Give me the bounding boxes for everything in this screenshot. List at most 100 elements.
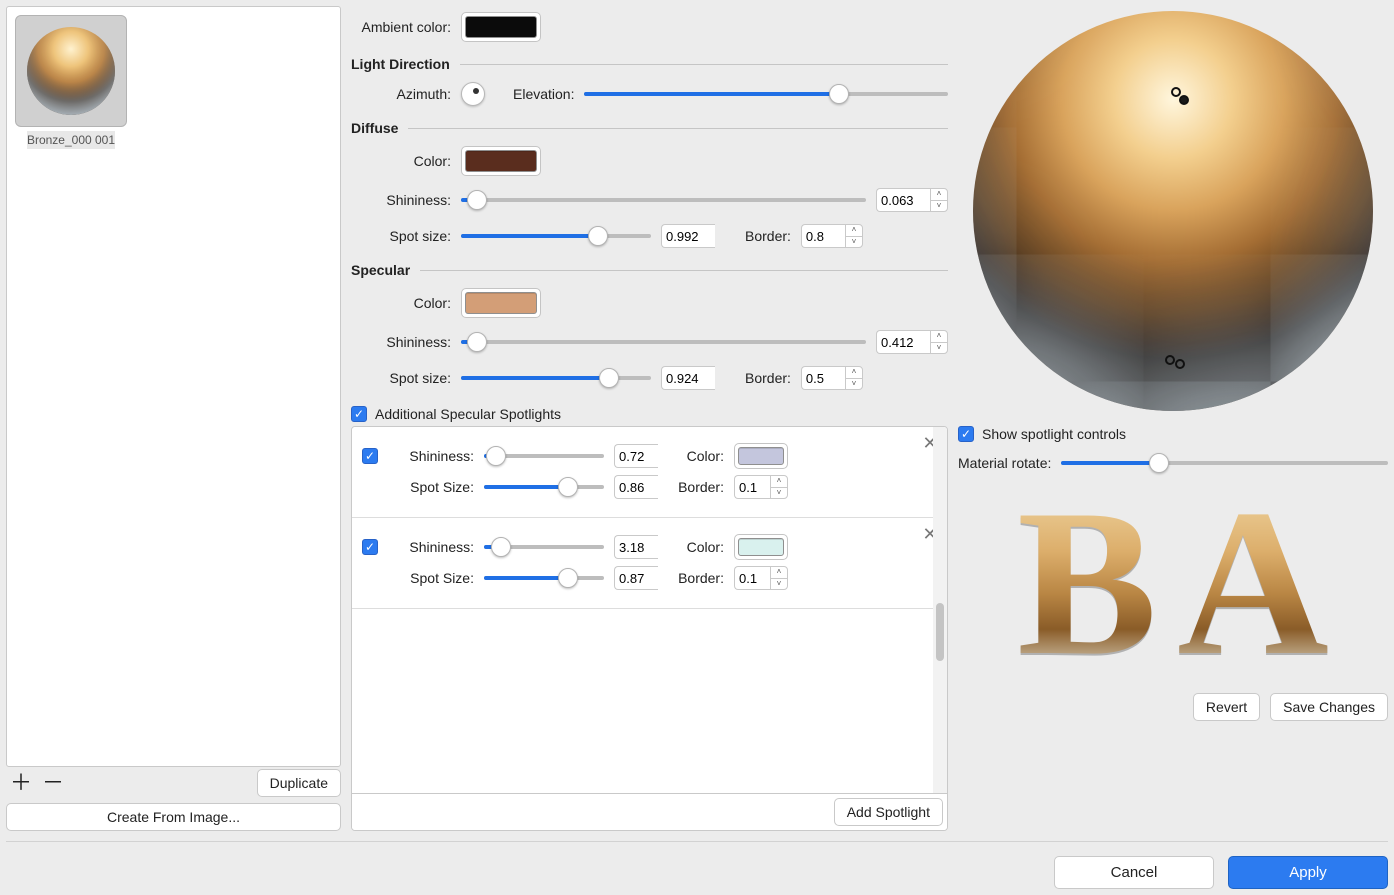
chevron-down-icon[interactable]: ˅	[846, 378, 862, 390]
spot-border-label: Border:	[668, 570, 724, 586]
spot-shininess-input[interactable]	[614, 535, 658, 559]
text-preview: B A	[958, 480, 1388, 685]
light-direction-heading: Light Direction	[351, 56, 450, 72]
spotlight-item: ✕ ˄ ˅ ✓ Shininess:	[352, 518, 947, 609]
azimuth-label: Azimuth:	[351, 86, 451, 102]
diffuse-border-label: Border:	[745, 228, 791, 244]
spot-border-stepper[interactable]: ˄˅	[770, 475, 788, 499]
chevron-down-icon[interactable]: ˅	[931, 200, 947, 212]
chevron-up-icon[interactable]: ˄	[771, 567, 787, 578]
specular-border-stepper[interactable]: ˄˅	[845, 366, 863, 390]
chevron-down-icon[interactable]: ˅	[931, 342, 947, 354]
chevron-up-icon[interactable]: ˄	[931, 189, 947, 200]
specular-spot-input[interactable]	[661, 366, 715, 390]
spot-color-label: Color:	[668, 448, 724, 464]
diffuse-color-swatch[interactable]	[461, 146, 541, 176]
remove-material-button[interactable]: －	[38, 769, 68, 797]
material-preview[interactable]	[958, 6, 1388, 416]
specular-heading: Specular	[351, 262, 410, 278]
elevation-slider[interactable]	[584, 83, 948, 105]
create-from-image-button[interactable]: Create From Image...	[6, 803, 341, 831]
diffuse-color-label: Color:	[351, 153, 451, 169]
add-spotlight-button[interactable]: Add Spotlight	[834, 798, 943, 826]
chevron-down-icon[interactable]: ˅	[771, 487, 787, 499]
spotlight-enable-checkbox[interactable]: ✓	[362, 539, 378, 555]
spotlight-scrollbar[interactable]	[933, 427, 947, 793]
spotlight-handle[interactable]	[1175, 359, 1185, 369]
spot-shininess-slider[interactable]	[484, 445, 604, 467]
show-spotlight-checkbox[interactable]: ✓	[958, 426, 974, 442]
chevron-down-icon[interactable]: ˅	[771, 578, 787, 590]
diffuse-spot-label: Spot size:	[351, 228, 451, 244]
material-sphere-icon	[27, 27, 115, 115]
duplicate-button[interactable]: Duplicate	[257, 769, 341, 797]
spot-color-label: Color:	[668, 539, 724, 555]
preview-sphere[interactable]	[973, 11, 1373, 411]
material-preview-tile	[15, 15, 127, 127]
azimuth-control[interactable]	[461, 82, 485, 106]
additional-spotlights-label: Additional Specular Spotlights	[375, 406, 561, 422]
spot-color-swatch[interactable]	[734, 534, 788, 560]
specular-border-label: Border:	[745, 370, 791, 386]
specular-color-label: Color:	[351, 295, 451, 311]
material-label[interactable]: Bronze_000 001	[27, 131, 115, 149]
azimuth-indicator	[473, 88, 479, 94]
spotlight-list: ✕ ˄ ˅ ✓ Shininess:	[351, 426, 948, 831]
cancel-button[interactable]: Cancel	[1054, 856, 1214, 889]
specular-shininess-stepper[interactable]: ˄˅	[930, 330, 948, 354]
spot-size-input[interactable]	[614, 566, 658, 590]
add-material-button[interactable]: ＋	[6, 769, 36, 797]
spotlight-enable-checkbox[interactable]: ✓	[362, 448, 378, 464]
spot-size-label: Spot Size:	[388, 570, 474, 586]
minus-icon: －	[42, 772, 64, 794]
spot-size-slider[interactable]	[484, 476, 604, 498]
diffuse-border-stepper[interactable]: ˄˅	[845, 224, 863, 248]
spotlight-handle[interactable]	[1165, 355, 1175, 365]
diffuse-shininess-stepper[interactable]: ˄˅	[930, 188, 948, 212]
spot-size-slider[interactable]	[484, 567, 604, 589]
material-thumbnail[interactable]: Bronze_000 001	[15, 15, 127, 149]
ambient-color-label: Ambient color:	[351, 19, 451, 35]
diffuse-spot-slider[interactable]	[461, 225, 651, 247]
plus-icon: ＋	[10, 772, 32, 794]
specular-color-swatch[interactable]	[461, 288, 541, 318]
show-spotlight-label: Show spotlight controls	[982, 426, 1126, 442]
chevron-up-icon[interactable]: ˄	[846, 367, 862, 378]
spot-shininess-label: Shininess:	[388, 539, 474, 555]
spot-border-stepper[interactable]: ˄˅	[770, 566, 788, 590]
spot-shininess-label: Shininess:	[388, 448, 474, 464]
spot-border-label: Border:	[668, 479, 724, 495]
spot-size-label: Spot Size:	[388, 479, 474, 495]
preview-glyph-b: B	[1017, 478, 1157, 688]
spot-size-input[interactable]	[614, 475, 658, 499]
spotlight-handle[interactable]	[1179, 95, 1189, 105]
chevron-up-icon[interactable]: ˄	[771, 476, 787, 487]
material-list[interactable]: Bronze_000 001	[6, 6, 341, 767]
diffuse-heading: Diffuse	[351, 120, 398, 136]
ambient-color-swatch[interactable]	[461, 12, 541, 42]
chevron-down-icon[interactable]: ˅	[846, 236, 862, 248]
chevron-up-icon[interactable]: ˄	[846, 225, 862, 236]
specular-shininess-input[interactable]: ˄˅	[876, 330, 948, 354]
spot-border-input[interactable]: ˄˅	[734, 566, 788, 590]
specular-border-input[interactable]: ˄˅	[801, 366, 863, 390]
specular-shininess-slider[interactable]	[461, 331, 866, 353]
diffuse-border-input[interactable]: ˄˅	[801, 224, 863, 248]
diffuse-shininess-slider[interactable]	[461, 189, 866, 211]
specular-spot-slider[interactable]	[461, 367, 651, 389]
preview-glyph-a: A	[1177, 478, 1329, 688]
diffuse-spot-input[interactable]	[661, 224, 715, 248]
spot-border-input[interactable]: ˄˅	[734, 475, 788, 499]
spot-shininess-input[interactable]	[614, 444, 658, 468]
additional-spotlights-checkbox[interactable]: ✓	[351, 406, 367, 422]
ambient-color-value	[465, 16, 537, 38]
spot-color-swatch[interactable]	[734, 443, 788, 469]
spotlight-item: ✕ ˄ ˅ ✓ Shininess:	[352, 427, 947, 518]
spot-shininess-slider[interactable]	[484, 536, 604, 558]
specular-spot-label: Spot size:	[351, 370, 451, 386]
chevron-up-icon[interactable]: ˄	[931, 331, 947, 342]
apply-button[interactable]: Apply	[1228, 856, 1388, 889]
diffuse-shininess-input[interactable]: ˄˅	[876, 188, 948, 212]
specular-shininess-label: Shininess:	[351, 334, 451, 350]
diffuse-shininess-label: Shininess:	[351, 192, 451, 208]
